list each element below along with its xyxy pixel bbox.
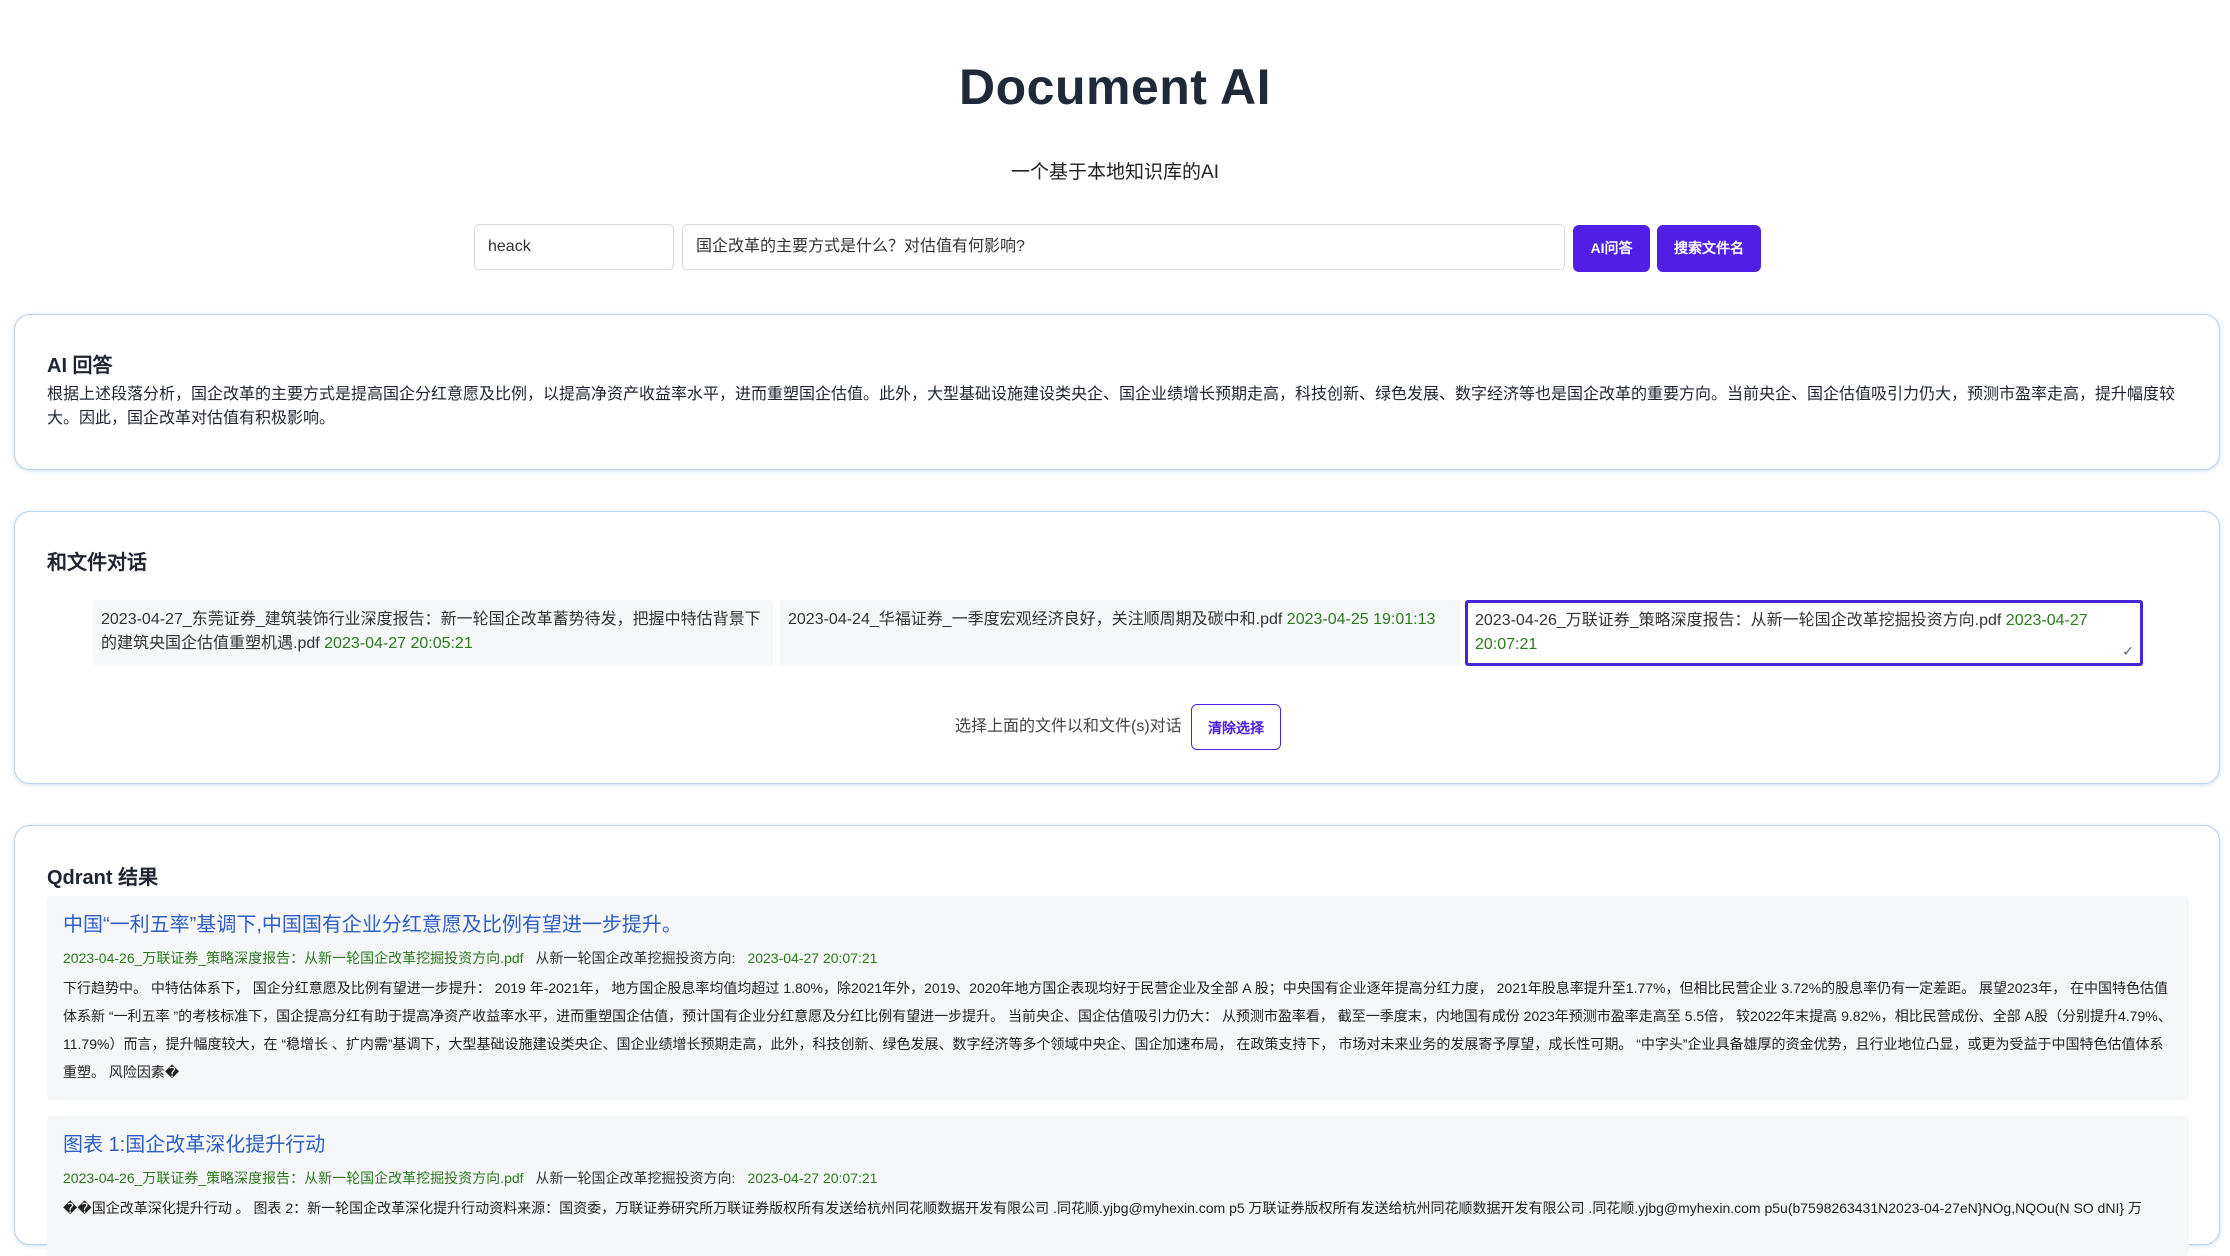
result-file: 2023-04-26_万联证券_策略深度报告：从新一轮国企改革挖掘投资方向.pd… xyxy=(63,950,524,966)
result-title[interactable]: 图表 1:国企改革深化提升行动 xyxy=(63,1130,2173,1160)
file-name: 2023-04-24_华福证券_一季度宏观经济良好，关注顺周期及碳中和.pdf xyxy=(788,611,1283,628)
ai-answer-card: AI 回答 根据上述段落分析，国企改革的主要方式是提高国企分红意愿及比例，以提高… xyxy=(14,314,2220,470)
question-input[interactable] xyxy=(682,224,1565,270)
file-date: 2023-04-27 20:05:21 xyxy=(324,635,473,652)
qdrant-results-heading: Qdrant 结果 xyxy=(47,867,159,889)
file-chat-card: 和文件对话 2023-04-27_东莞证券_建筑装饰行业深度报告：新一轮国企改革… xyxy=(14,511,2220,784)
user-name-input[interactable] xyxy=(474,224,674,270)
ai-answer-text: 根据上述段落分析，国企改革的主要方式是提高国企分红意愿及比例，以提高净资产收益率… xyxy=(47,386,2176,427)
file-date: 2023-04-25 19:01:13 xyxy=(1286,611,1436,628)
qdrant-results-card: Qdrant 结果 中国“一利五率”基调下,中国国有企业分红意愿及比例有望进一步… xyxy=(14,825,2220,1256)
clear-selection-button[interactable]: 清除选择 xyxy=(1191,704,1281,750)
file-item[interactable]: 2023-04-24_华福证券_一季度宏观经济良好，关注顺周期及碳中和.pdf … xyxy=(780,600,1460,666)
search-filename-button[interactable]: 搜索文件名 xyxy=(1657,225,1761,272)
result-date: 2023-04-27 20:07:21 xyxy=(747,950,878,966)
ai-answer-heading: AI 回答 xyxy=(47,355,113,377)
file-select-hint: 选择上面的文件以和文件(s)对话 xyxy=(955,718,1182,735)
result-body: 下行趋势中。 中特估体系下， 国企分红意愿及比例有望进一步提升： 2019 年-… xyxy=(63,980,2172,1080)
checkmark-icon: ✓ xyxy=(2122,643,2134,659)
file-item-selected[interactable]: 2023-04-26_万联证券_策略深度报告：从新一轮国企改革挖掘投资方向.pd… xyxy=(1465,600,2143,666)
result-section: 从新一轮国企改革挖掘投资方向: xyxy=(535,950,736,966)
result-date: 2023-04-27 20:07:21 xyxy=(747,1170,878,1186)
result-file: 2023-04-26_万联证券_策略深度报告：从新一轮国企改革挖掘投资方向.pd… xyxy=(63,1170,524,1186)
result-meta: 2023-04-26_万联证券_策略深度报告：从新一轮国企改革挖掘投资方向.pd… xyxy=(63,948,2173,968)
result-meta: 2023-04-26_万联证券_策略深度报告：从新一轮国企改革挖掘投资方向.pd… xyxy=(63,1168,2173,1188)
page-title: Document AI xyxy=(959,59,1271,115)
page-subtitle: 一个基于本地知识库的AI xyxy=(1011,162,1219,183)
file-item[interactable]: 2023-04-27_东莞证券_建筑装饰行业深度报告：新一轮国企改革蓄势待发，把… xyxy=(93,600,773,666)
result-section: 从新一轮国企改革挖掘投资方向: xyxy=(535,1170,736,1186)
ai-ask-button[interactable]: AI问答 xyxy=(1573,225,1650,272)
result-item: 中国“一利五率”基调下,中国国有企业分红意愿及比例有望进一步提升。 2023-0… xyxy=(47,896,2189,1100)
result-title[interactable]: 中国“一利五率”基调下,中国国有企业分红意愿及比例有望进一步提升。 xyxy=(63,910,2173,940)
file-name: 2023-04-26_万联证券_策略深度报告：从新一轮国企改革挖掘投资方向.pd… xyxy=(1475,612,2002,629)
result-item: 图表 1:国企改革深化提升行动 2023-04-26_万联证券_策略深度报告：从… xyxy=(47,1116,2189,1256)
file-chat-heading: 和文件对话 xyxy=(47,552,147,574)
result-body: ��国企改革深化提升行动 。 图表 2：新一轮国企改革深化提升行动资料来源：国资… xyxy=(63,1200,2142,1216)
